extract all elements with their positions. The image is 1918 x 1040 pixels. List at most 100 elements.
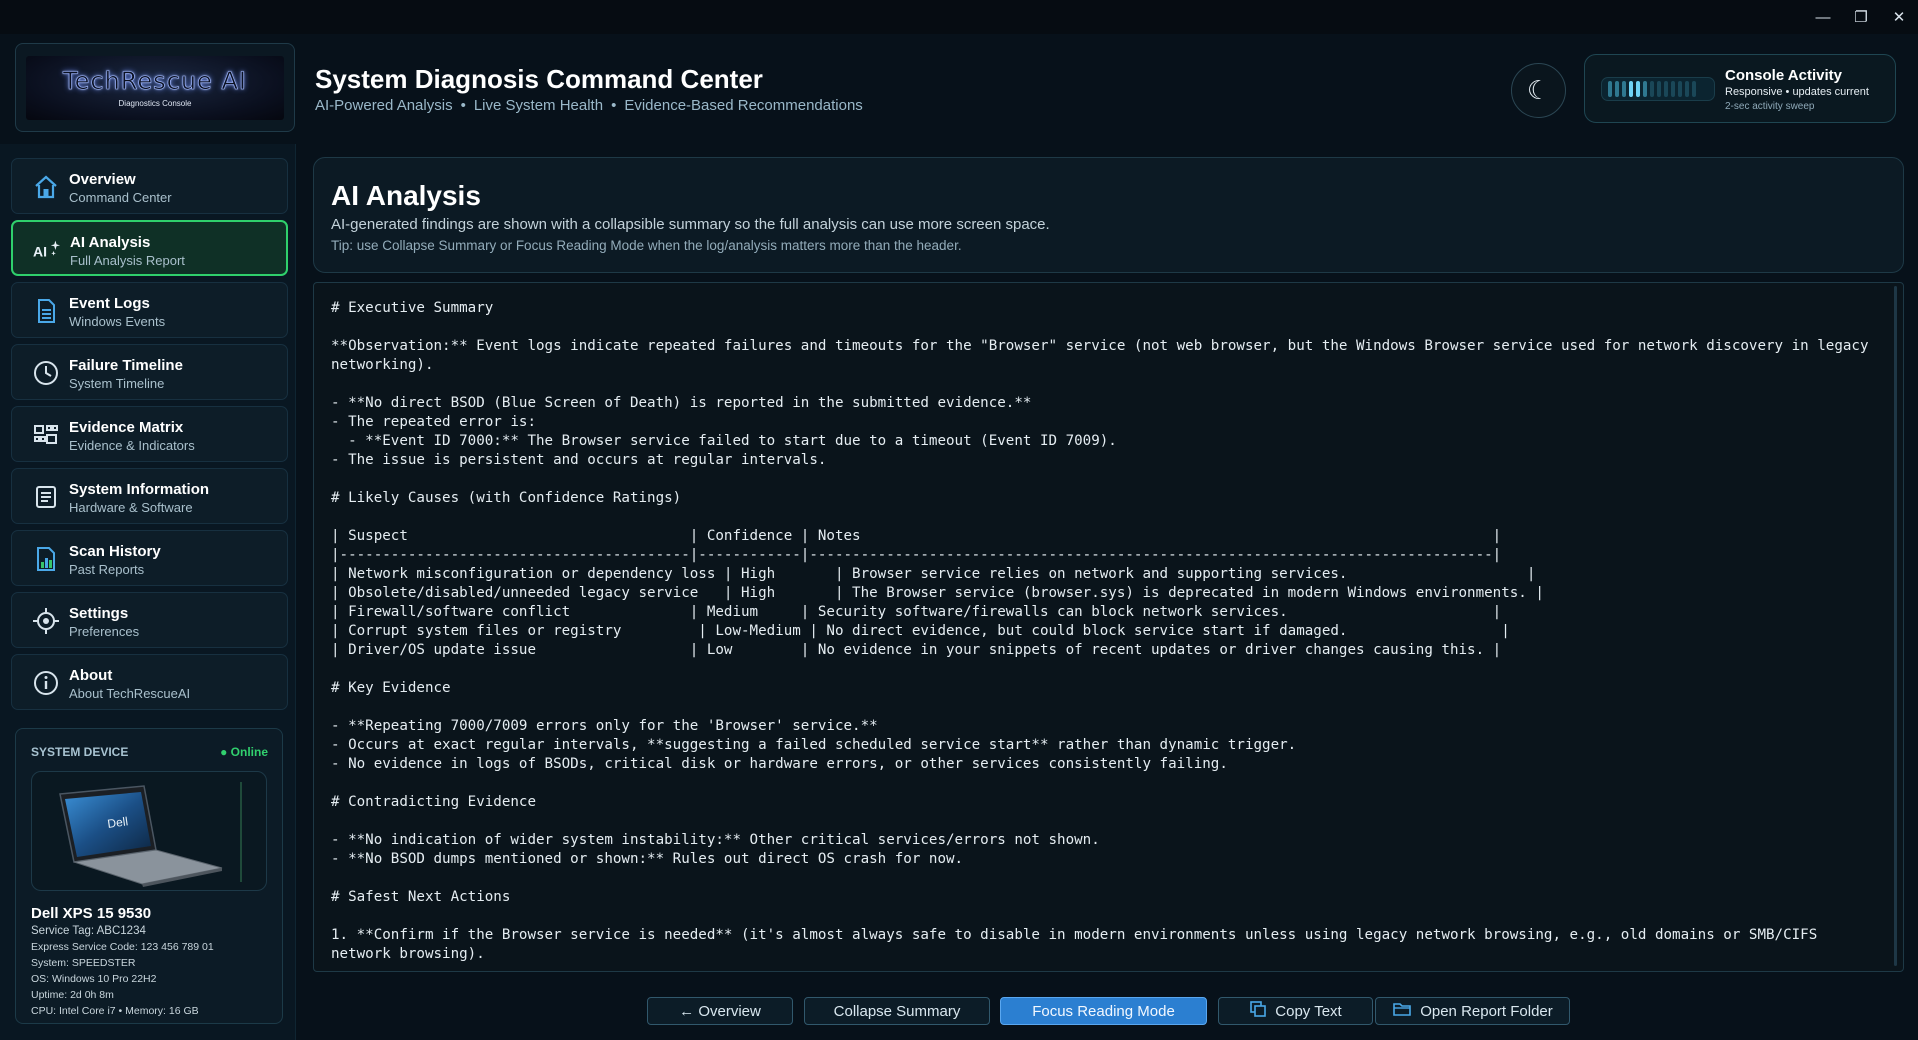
sidebar-item-system-information[interactable]: System Information Hardware & Software: [11, 468, 288, 524]
sidebar-item-sublabel: Preferences: [69, 624, 140, 639]
window-controls: — ❐ ✕: [1804, 0, 1918, 34]
section-tip: Tip: use Collapse Summary or Focus Readi…: [331, 238, 962, 253]
list-icon: [32, 483, 60, 511]
sidebar-item-event-logs[interactable]: Event Logs Windows Events: [11, 282, 288, 338]
copy-text-button[interactable]: Copy Text: [1218, 997, 1373, 1025]
activity-description: Responsive • updates current: [1725, 86, 1869, 98]
laptop-icon: Dell: [59, 782, 242, 887]
theme-toggle-button[interactable]: ☾: [1511, 63, 1566, 118]
subtitle-part: AI-Powered Analysis: [315, 97, 453, 114]
sidebar-item-overview[interactable]: Overview Command Center: [11, 158, 288, 214]
sidebar-item-label: System Information: [69, 481, 210, 498]
sidebar-item-settings[interactable]: Settings Preferences: [11, 592, 288, 648]
subtitle-part: Evidence-Based Recommendations: [624, 97, 863, 114]
activity-bar: [1657, 81, 1661, 97]
console-activity-panel: Console Activity Responsive • updates cu…: [1584, 54, 1896, 123]
sidebar-item-label: AI Analysis: [70, 234, 151, 251]
report-scrollbar[interactable]: [1894, 286, 1897, 966]
sidebar-item-label: Settings: [69, 605, 129, 622]
activity-bar: [1650, 81, 1654, 97]
activity-bar: [1643, 81, 1647, 97]
activity-note: 2-sec activity sweep: [1725, 101, 1815, 112]
sidebar-item-sublabel: Hardware & Software: [69, 500, 193, 515]
home-icon: [32, 173, 60, 201]
sidebar-item-sublabel: About TechRescueAI: [69, 686, 191, 701]
device-heading: SYSTEM DEVICE: [31, 745, 129, 759]
device-express-code: Express Service Code: 123 456 789 01: [31, 941, 214, 953]
moon-icon: ☾: [1526, 75, 1551, 105]
sidebar-item-label: About: [69, 667, 113, 684]
sidebar-item-failure-timeline[interactable]: Failure Timeline System Timeline: [11, 344, 288, 400]
collapse-summary-label: Collapse Summary: [833, 1002, 961, 1020]
sidebar-item-sublabel: Full Analysis Report: [70, 253, 185, 268]
open-report-folder-button[interactable]: Open Report Folder: [1375, 997, 1570, 1025]
activity-bar: [1664, 81, 1668, 97]
sidebar-item-label: Failure Timeline: [69, 357, 183, 374]
sidebar-item-about[interactable]: About About TechRescueAI: [11, 654, 288, 710]
svg-text:AI: AI: [33, 244, 47, 260]
device-name: Dell XPS 15 9530: [31, 905, 152, 922]
subtitle-part: Live System Health: [473, 97, 604, 114]
activity-bar: [1615, 81, 1619, 97]
sidebar-item-evidence-matrix[interactable]: Evidence Matrix Evidence & Indicators: [11, 406, 288, 462]
sidebar-item-ai-analysis[interactable]: AI AI Analysis Full Analysis Report: [11, 220, 288, 276]
device-uptime: Uptime: 2d 0h 8m: [31, 989, 114, 1001]
sidebar-item-scan-history[interactable]: Scan History Past Reports: [11, 530, 288, 586]
svg-text:Dell: Dell: [106, 814, 128, 831]
activity-bar: [1692, 81, 1696, 97]
sidebar-item-label: Event Logs: [69, 295, 150, 312]
open-folder-label: Open Report Folder: [1420, 1002, 1553, 1020]
info-icon: [32, 669, 60, 697]
window-titlebar: — ❐ ✕: [0, 0, 1918, 34]
copy-icon: [1249, 1000, 1267, 1022]
sidebar-item-sublabel: Evidence & Indicators: [69, 438, 195, 453]
sidebar-item-label: Evidence Matrix: [69, 419, 184, 436]
activity-bar: [1678, 81, 1682, 97]
activity-bar: [1671, 81, 1675, 97]
sidebar-item-label: Overview: [69, 171, 136, 188]
ai-sparkle-icon: AI: [33, 236, 61, 264]
focus-reading-mode-button[interactable]: Focus Reading Mode: [1000, 997, 1207, 1025]
subtitle-separator: •: [611, 97, 617, 114]
folder-icon: [1392, 1000, 1412, 1022]
system-device-card: SYSTEM DEVICE ● Online Dell Dell XPS 15 …: [15, 728, 283, 1024]
device-image: Dell: [31, 771, 267, 891]
sidebar-item-sublabel: Past Reports: [69, 562, 145, 577]
document-icon: [32, 297, 60, 325]
logo-title: TechRescue AI: [63, 67, 247, 96]
report-body[interactable]: # Executive Summary **Observation:** Eve…: [331, 299, 1881, 964]
restore-button[interactable]: ❐: [1842, 0, 1880, 34]
activity-bar: [1629, 81, 1633, 97]
device-os: OS: Windows 10 Pro 22H2: [31, 973, 157, 985]
sidebar-item-sublabel: Command Center: [69, 190, 172, 205]
sidebar-item-sublabel: Windows Events: [69, 314, 166, 329]
logo-banner: TechRescue AI Diagnostics Console: [26, 55, 284, 120]
device-cpu-memory: CPU: Intel Core i7 • Memory: 16 GB: [31, 1005, 199, 1017]
device-service-tag: Service Tag: ABC1234: [31, 925, 146, 937]
status-badge: ● Online: [220, 745, 268, 759]
overview-button[interactable]: ← Overview: [647, 997, 793, 1025]
page-title: System Diagnosis Command Center: [315, 64, 763, 94]
close-button[interactable]: ✕: [1880, 0, 1918, 34]
focus-reading-label: Focus Reading Mode: [1032, 1002, 1175, 1020]
copy-text-label: Copy Text: [1275, 1002, 1342, 1020]
bar-report-icon: [32, 545, 60, 573]
device-system: System: SPEEDSTER: [31, 957, 136, 969]
analysis-report-text[interactable]: # Executive Summary **Observation:** Eve…: [313, 282, 1904, 972]
subtitle-separator: •: [460, 97, 466, 114]
activity-bar: [1622, 81, 1626, 97]
overview-button-label: ← Overview: [679, 1002, 761, 1020]
section-description: AI-generated findings are shown with a c…: [331, 216, 1050, 233]
section-title: AI Analysis: [331, 180, 481, 211]
clock-icon: [32, 359, 60, 387]
activity-bar: [1685, 81, 1689, 97]
activity-bar: [1608, 81, 1612, 97]
gear-icon: [32, 607, 60, 635]
minimize-button[interactable]: —: [1804, 0, 1842, 34]
activity-meter: [1601, 77, 1715, 101]
collapse-summary-button[interactable]: Collapse Summary: [804, 997, 990, 1025]
activity-title: Console Activity: [1725, 67, 1842, 84]
app-logo: TechRescue AI Diagnostics Console: [15, 43, 295, 132]
analysis-summary-card: AI Analysis AI-generated findings are sh…: [313, 157, 1904, 273]
logo-subtitle: Diagnostics Console: [118, 99, 192, 108]
